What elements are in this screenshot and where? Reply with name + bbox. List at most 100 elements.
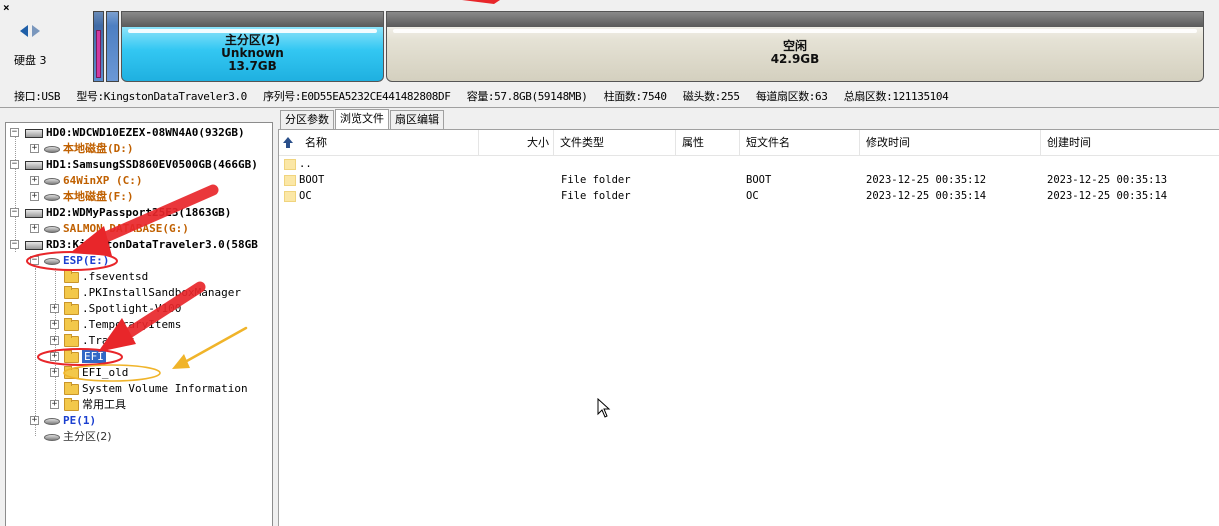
hard-disk-icon — [25, 160, 43, 170]
previous-disk-arrow-icon[interactable] — [20, 25, 28, 37]
file-list-header: 名称 大小 文件类型 属性 短文件名 修改时间 创建时间 — [279, 130, 1219, 156]
partition-strip-esp[interactable] — [93, 11, 104, 82]
tree-item-label: EFI — [82, 350, 106, 363]
expand-icon[interactable]: + — [30, 176, 39, 185]
disk-heads: 磁头数:255 — [682, 90, 740, 103]
drive-icon — [44, 417, 60, 425]
partition-block-free[interactable]: 空闲 42.9GB — [386, 11, 1204, 82]
tab-browse-files[interactable]: 浏览文件 — [335, 109, 389, 129]
partition-size: 13.7GB — [228, 59, 277, 73]
disk-navigation — [20, 25, 40, 37]
folder-icon — [64, 269, 79, 283]
column-short-name[interactable]: 短文件名 — [740, 130, 860, 156]
expand-icon[interactable]: + — [50, 352, 59, 361]
collapse-icon[interactable]: − — [10, 240, 19, 249]
tree-item-label: PE(1) — [63, 414, 97, 427]
tree-item-label: .fseventsd — [82, 270, 149, 283]
tree-item-label: RD3:KingstonDataTraveler3.0(58GB — [46, 238, 258, 251]
disk-serial: 序列号:E0D55EA5232CE441482808DF — [263, 90, 451, 103]
up-directory-icon[interactable] — [283, 137, 293, 148]
file-type: File folder — [561, 190, 631, 202]
disk-total-sectors: 总扇区数:121135104 — [843, 90, 949, 103]
tree-item-label: 本地磁盘(D:) — [63, 142, 134, 155]
divider — [0, 107, 1219, 108]
expand-icon[interactable]: + — [50, 400, 59, 409]
tree-item-label: ESP(E:) — [63, 254, 110, 267]
tree-item-label: .Trashes — [82, 334, 135, 347]
folder-icon — [64, 301, 79, 315]
column-size[interactable]: 大小 — [479, 130, 554, 156]
partition-strip-pe[interactable] — [106, 11, 119, 82]
folder-icon — [284, 159, 296, 170]
file-name: OC — [299, 190, 312, 202]
collapse-icon[interactable]: − — [10, 128, 19, 137]
file-list[interactable]: 名称 大小 文件类型 属性 短文件名 修改时间 创建时间 .. BOOT Fil… — [278, 129, 1219, 526]
tree-item-label: 本地磁盘(F:) — [63, 190, 134, 203]
column-attributes[interactable]: 属性 — [676, 130, 740, 156]
file-created: 2023-12-25 00:35:14 — [1047, 190, 1168, 202]
disk-cylinders: 柱面数:7540 — [603, 90, 667, 103]
file-short-name: OC — [746, 190, 759, 202]
tree-item-label: System Volume Information — [82, 382, 248, 395]
folder-icon — [64, 397, 79, 411]
tree-item-label: SALMON DATABASE(G:) — [63, 222, 189, 235]
file-created: 2023-12-25 00:35:13 — [1047, 174, 1168, 186]
expand-icon[interactable]: + — [50, 368, 59, 377]
file-name: .. — [299, 158, 312, 170]
partition-size: 42.9GB — [770, 52, 820, 66]
disk-label: 硬盘 3 — [14, 54, 47, 67]
folder-icon — [64, 349, 79, 363]
drive-icon — [44, 257, 60, 265]
file-type: File folder — [561, 174, 631, 186]
tree-folder-fseventsd[interactable]: .fseventsd — [64, 269, 148, 285]
expand-icon[interactable]: + — [50, 304, 59, 313]
drive-icon — [44, 225, 60, 233]
disk-model: 型号:KingstonDataTraveler3.0 — [76, 90, 247, 103]
disk-map-panel: × 硬盘 3 主分区(2) Unknown 13.7GB 空闲 42.9GB — [0, 0, 1219, 86]
folder-icon — [64, 333, 79, 347]
folder-icon — [64, 317, 79, 331]
tab-partition-params[interactable]: 分区参数 — [280, 110, 334, 129]
disk-info-bar: 接口:USB 型号:KingstonDataTraveler3.0 序列号:E0… — [14, 88, 958, 104]
tree-folder-system-volume[interactable]: System Volume Information — [64, 381, 248, 397]
tree-item-label: .Spotlight-V100 — [82, 302, 182, 315]
expand-icon[interactable]: + — [30, 416, 39, 425]
tab-sector-editor[interactable]: 扇区编辑 — [390, 110, 444, 129]
column-type[interactable]: 文件类型 — [554, 130, 676, 156]
close-icon[interactable]: × — [3, 2, 10, 13]
collapse-icon[interactable]: − — [10, 208, 19, 217]
file-row[interactable]: OC File folder OC 2023-12-25 00:35:14 20… — [279, 188, 1219, 204]
file-modified: 2023-12-25 00:35:12 — [866, 174, 987, 186]
expand-icon[interactable]: + — [30, 144, 39, 153]
tree-item-primary-partition[interactable]: 主分区(2) — [44, 429, 112, 445]
expand-icon[interactable]: + — [50, 320, 59, 329]
tree-item-label: HD1:SamsungSSD860EV0500GB(466GB) — [46, 158, 258, 171]
drive-icon — [44, 193, 60, 201]
disk-capacity: 容量:57.8GB(59148MB) — [466, 90, 588, 103]
hard-disk-icon — [25, 208, 43, 218]
next-disk-arrow-icon[interactable] — [32, 25, 40, 37]
expand-icon[interactable]: + — [30, 192, 39, 201]
file-row[interactable]: BOOT File folder BOOT 2023-12-25 00:35:1… — [279, 172, 1219, 188]
disk-tree[interactable]: − HD0:WDCWD10EZEX-08WN4A0(932GB) + 本地磁盘(… — [5, 122, 273, 526]
column-created[interactable]: 创建时间 — [1041, 130, 1219, 156]
tree-folder-pkinstall[interactable]: .PKInstallSandboxManager — [64, 285, 241, 301]
column-name[interactable]: 名称 — [299, 130, 479, 156]
drive-icon — [44, 433, 60, 441]
disk-sectors-per-track: 每道扇区数:63 — [755, 90, 828, 103]
collapse-icon[interactable]: − — [30, 256, 39, 265]
file-row-parent[interactable]: .. — [279, 156, 1219, 172]
folder-icon — [64, 365, 79, 379]
folder-icon — [64, 381, 79, 395]
tree-item-label: 主分区(2) — [63, 430, 112, 443]
file-modified: 2023-12-25 00:35:14 — [866, 190, 987, 202]
mouse-cursor-icon — [597, 398, 611, 418]
folder-icon — [64, 285, 79, 299]
tree-item-label: 64WinXP (C:) — [63, 174, 143, 187]
column-modified[interactable]: 修改时间 — [860, 130, 1041, 156]
collapse-icon[interactable]: − — [10, 160, 19, 169]
expand-icon[interactable]: + — [30, 224, 39, 233]
file-name: BOOT — [299, 174, 325, 186]
partition-block-primary[interactable]: 主分区(2) Unknown 13.7GB — [121, 11, 384, 82]
expand-icon[interactable]: + — [50, 336, 59, 345]
